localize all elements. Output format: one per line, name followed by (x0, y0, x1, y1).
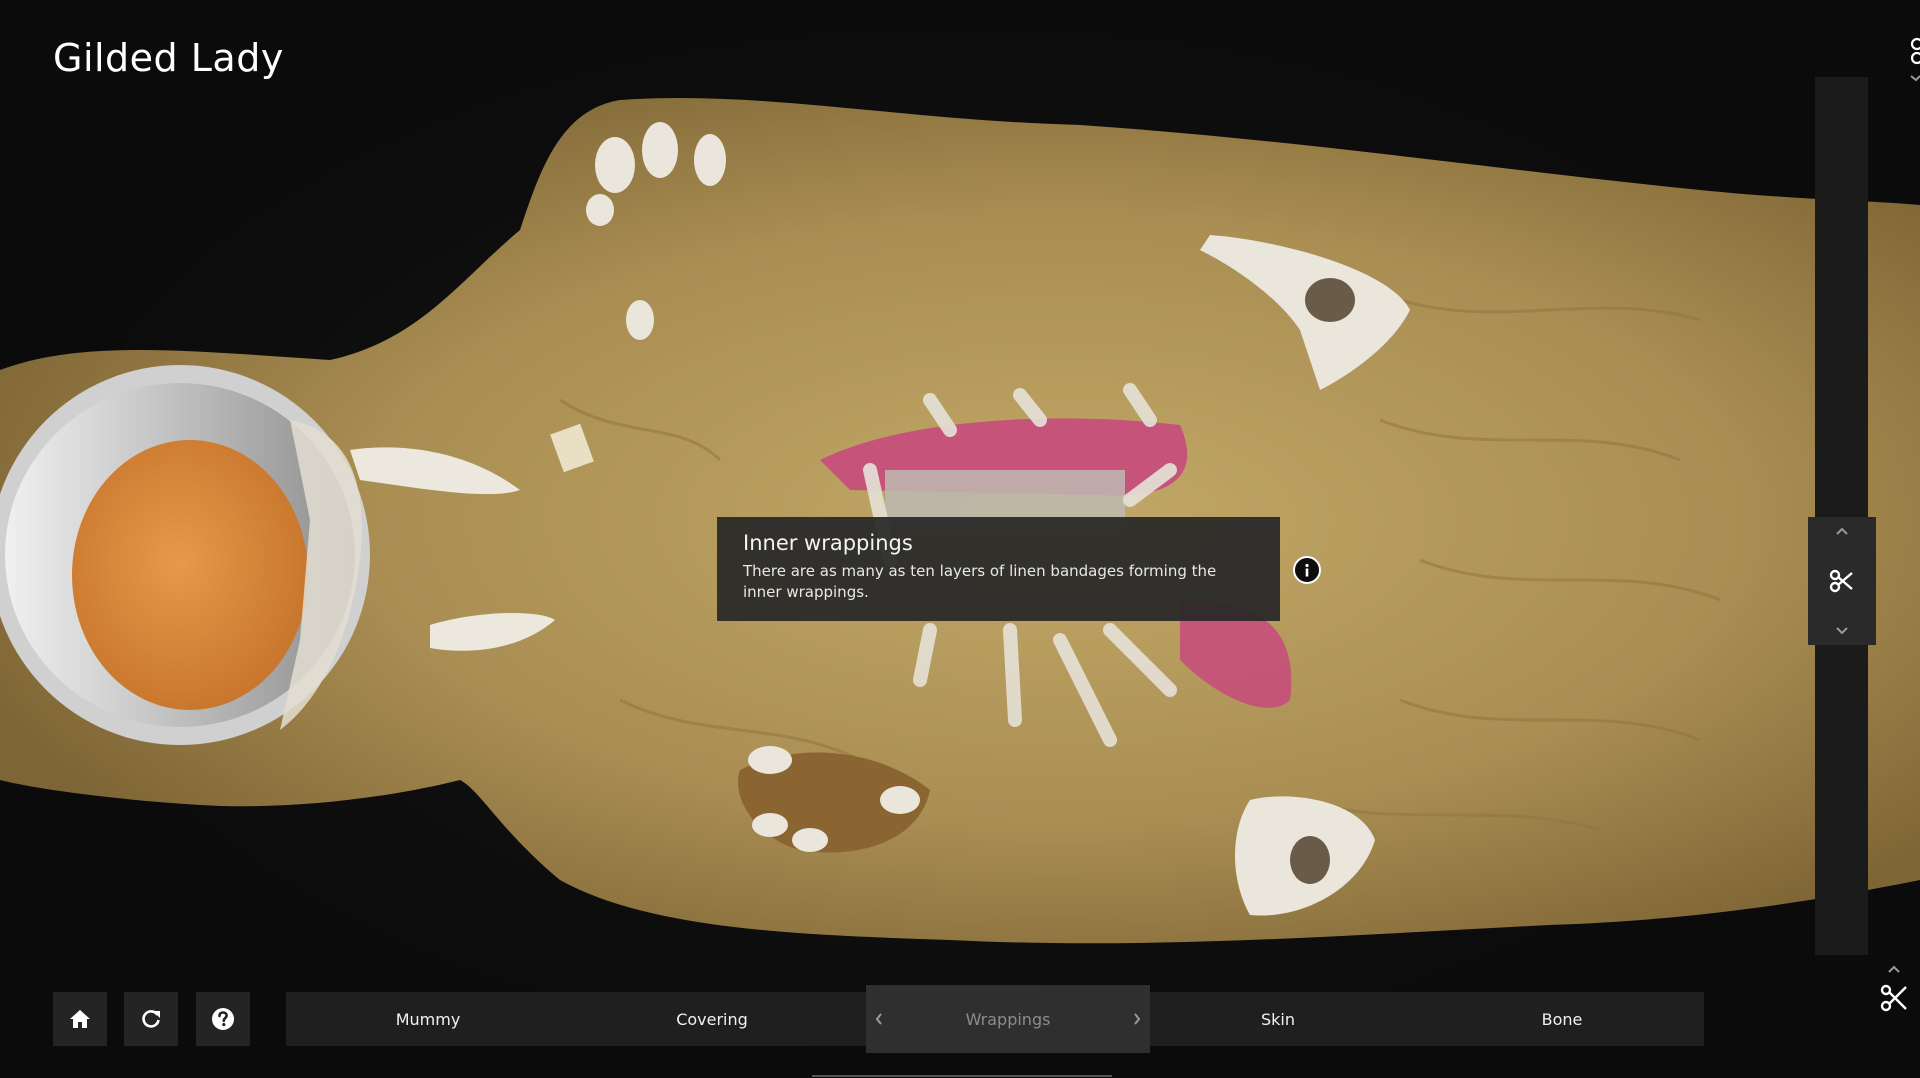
page-title: Gilded Lady (53, 36, 284, 80)
help-button[interactable] (196, 992, 250, 1046)
tab-covering[interactable]: Covering (570, 992, 854, 1046)
clip-plane-control[interactable] (1808, 517, 1876, 645)
tab-skin[interactable]: Skin (1136, 992, 1420, 1046)
tooltip-body: There are as many as ten layers of linen… (743, 562, 1217, 601)
reset-button[interactable] (124, 992, 178, 1046)
tab-bone[interactable]: Bone (1420, 992, 1704, 1046)
info-button[interactable] (1293, 556, 1321, 584)
chevron-up-icon[interactable] (1832, 525, 1852, 539)
clip-plane-track[interactable] (1815, 77, 1868, 955)
home-button[interactable] (53, 992, 107, 1046)
cut-tool-icon[interactable] (1905, 32, 1920, 82)
chevron-down-icon[interactable] (1832, 623, 1852, 637)
chevron-left-icon[interactable] (874, 1011, 884, 1027)
scissors-icon[interactable] (1879, 983, 1909, 1013)
scissors-icon[interactable] (1828, 567, 1856, 595)
tab-wrappings-label: Wrappings (965, 1009, 1051, 1029)
refresh-icon (142, 1010, 160, 1028)
tab-wrappings[interactable]: Wrappings (866, 985, 1150, 1053)
help-icon (212, 1008, 234, 1030)
chevron-up-icon[interactable] (1884, 963, 1904, 977)
info-icon (1305, 563, 1309, 577)
viewer-stage: Gilded Lady Inner wrappings There are as… (0, 0, 1920, 1078)
home-icon (70, 1010, 90, 1028)
clip-tool-group (1876, 963, 1912, 1025)
tab-mummy[interactable]: Mummy (286, 992, 570, 1046)
layer-progress-indicator (812, 1075, 1112, 1077)
layer-tooltip: Inner wrappings There are as many as ten… (717, 517, 1280, 621)
tooltip-title: Inner wrappings (743, 531, 913, 555)
